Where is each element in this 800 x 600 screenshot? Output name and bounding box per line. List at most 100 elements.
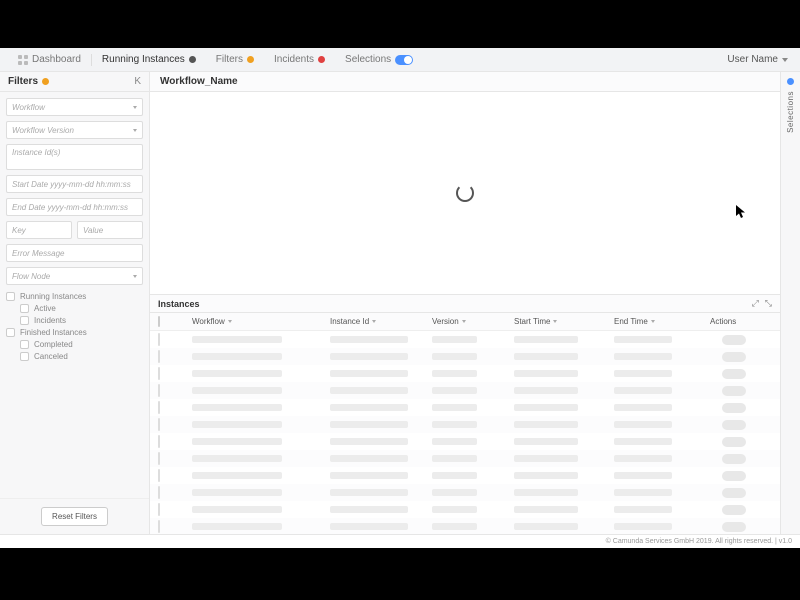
check-canceled-label: Canceled bbox=[34, 352, 68, 361]
row-checkbox[interactable] bbox=[158, 333, 160, 346]
chevron-down-icon bbox=[372, 320, 376, 323]
diagram-panel bbox=[150, 92, 780, 294]
skeleton-bar bbox=[432, 455, 477, 462]
skeleton-bar bbox=[614, 506, 672, 513]
skeleton-pill bbox=[722, 471, 746, 481]
col-end-time-header[interactable]: End Time bbox=[614, 317, 704, 326]
chevron-down-icon bbox=[782, 58, 788, 62]
select-all-checkbox[interactable] bbox=[158, 316, 160, 327]
user-menu[interactable]: User Name bbox=[723, 54, 792, 65]
variable-key-input[interactable]: Key bbox=[6, 221, 72, 239]
check-incidents[interactable]: Incidents bbox=[6, 316, 143, 325]
nav-running-instances[interactable]: Running Instances bbox=[92, 48, 206, 72]
nav-selections[interactable]: Selections bbox=[335, 48, 423, 72]
copyright-text: © Camunda Services GmbH 2019. All rights… bbox=[606, 538, 792, 545]
table-row-skeleton bbox=[150, 348, 780, 365]
selections-rail-button[interactable]: Selections bbox=[786, 91, 795, 133]
selections-rail: Selections bbox=[780, 72, 800, 534]
skeleton-bar bbox=[432, 489, 477, 496]
variable-value-input[interactable]: Value bbox=[77, 221, 143, 239]
nav-bar: Dashboard Running Instances Filters Inci… bbox=[8, 48, 423, 72]
skeleton-pill bbox=[722, 369, 746, 379]
sidebar-footer: Reset Filters bbox=[0, 498, 149, 534]
row-checkbox[interactable] bbox=[158, 503, 160, 516]
col-instance-id-header[interactable]: Instance Id bbox=[326, 317, 426, 326]
table-row-skeleton bbox=[150, 331, 780, 348]
skeleton-bar bbox=[432, 472, 477, 479]
collapse-sidebar-button[interactable]: K bbox=[134, 76, 141, 87]
row-checkbox[interactable] bbox=[158, 367, 160, 380]
skeleton-bar bbox=[432, 387, 477, 394]
row-checkbox[interactable] bbox=[158, 418, 160, 431]
row-checkbox[interactable] bbox=[158, 384, 160, 397]
workflow-version-select[interactable]: Workflow Version bbox=[6, 121, 143, 139]
body: Filters K Workflow Workflow Version bbox=[0, 72, 800, 534]
col-workflow-header[interactable]: Workflow bbox=[192, 317, 320, 326]
check-canceled[interactable]: Canceled bbox=[6, 352, 143, 361]
skeleton-bar bbox=[192, 336, 282, 343]
check-running-label: Running Instances bbox=[20, 292, 86, 301]
start-date-input[interactable]: Start Date yyyy-mm-dd hh:mm:ss bbox=[6, 175, 143, 193]
check-completed[interactable]: Completed bbox=[6, 340, 143, 349]
incidents-badge bbox=[318, 56, 325, 63]
row-checkbox[interactable] bbox=[158, 486, 160, 499]
skeleton-bar bbox=[614, 438, 672, 445]
nav-incidents[interactable]: Incidents bbox=[264, 48, 335, 72]
collapse-panel-button[interactable]: ⤢ bbox=[752, 299, 759, 308]
col-actions-header: Actions bbox=[710, 317, 746, 326]
nav-filters-label: Filters bbox=[216, 54, 243, 65]
reset-filters-button[interactable]: Reset Filters bbox=[41, 507, 108, 526]
instance-ids-input[interactable]: Instance Id(s) bbox=[6, 144, 143, 170]
chevron-down-icon bbox=[228, 320, 232, 323]
row-checkbox[interactable] bbox=[158, 435, 160, 448]
checkbox-icon bbox=[20, 352, 29, 361]
flow-node-label: Flow Node bbox=[12, 272, 50, 281]
col-version-header[interactable]: Version bbox=[432, 317, 508, 326]
row-checkbox[interactable] bbox=[158, 520, 160, 533]
skeleton-pill bbox=[722, 454, 746, 464]
table-row-skeleton bbox=[150, 484, 780, 501]
checkbox-icon bbox=[20, 304, 29, 313]
flow-node-select[interactable]: Flow Node bbox=[6, 267, 143, 285]
skeleton-bar bbox=[192, 523, 282, 530]
check-active[interactable]: Active bbox=[6, 304, 143, 313]
nav-filters[interactable]: Filters bbox=[206, 48, 264, 72]
skeleton-pill bbox=[722, 420, 746, 430]
row-checkbox[interactable] bbox=[158, 469, 160, 482]
skeleton-bar bbox=[432, 421, 477, 428]
expand-panel-button[interactable]: ⤡ bbox=[765, 299, 772, 308]
skeleton-bar bbox=[614, 404, 672, 411]
selections-toggle[interactable] bbox=[395, 55, 413, 65]
checkbox-icon bbox=[6, 292, 15, 301]
row-checkbox[interactable] bbox=[158, 350, 160, 363]
running-count-badge bbox=[189, 56, 196, 63]
state-filter-group: Running Instances Active Incidents Finis… bbox=[6, 290, 143, 363]
end-date-input[interactable]: End Date yyyy-mm-dd hh:mm:ss bbox=[6, 198, 143, 216]
skeleton-bar bbox=[330, 353, 408, 360]
workflow-name-label: Workflow_Name bbox=[160, 76, 238, 87]
checkbox-icon bbox=[20, 340, 29, 349]
filters-active-badge bbox=[42, 78, 49, 85]
col-start-time-header[interactable]: Start Time bbox=[514, 317, 608, 326]
check-running-instances[interactable]: Running Instances bbox=[6, 292, 143, 301]
grid-icon bbox=[18, 55, 28, 65]
skeleton-bar bbox=[330, 387, 408, 394]
brand-logo[interactable]: Dashboard bbox=[8, 48, 91, 72]
workflow-select[interactable]: Workflow bbox=[6, 98, 143, 116]
check-active-label: Active bbox=[34, 304, 56, 313]
table-row-skeleton bbox=[150, 416, 780, 433]
col-instance-id-label: Instance Id bbox=[330, 317, 369, 326]
chevron-down-icon bbox=[553, 320, 557, 323]
skeleton-bar bbox=[514, 506, 578, 513]
error-message-input[interactable]: Error Message bbox=[6, 244, 143, 262]
table-row-skeleton bbox=[150, 365, 780, 382]
row-checkbox[interactable] bbox=[158, 452, 160, 465]
instance-ids-placeholder: Instance Id(s) bbox=[12, 148, 60, 157]
user-name-label: User Name bbox=[727, 54, 778, 65]
skeleton-bar bbox=[330, 438, 408, 445]
chevron-down-icon bbox=[133, 275, 137, 278]
check-finished-instances[interactable]: Finished Instances bbox=[6, 328, 143, 337]
row-checkbox[interactable] bbox=[158, 401, 160, 414]
chevron-down-icon bbox=[133, 129, 137, 132]
skeleton-bar bbox=[192, 489, 282, 496]
